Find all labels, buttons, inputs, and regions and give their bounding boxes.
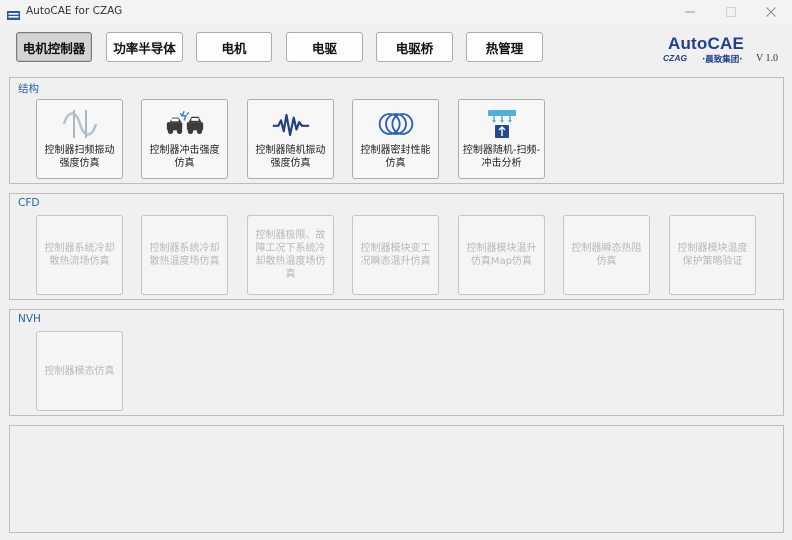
- card-label: 控制器模块温升仿真Map仿真: [466, 243, 537, 267]
- minimize-icon[interactable]: [675, 0, 705, 24]
- card-shock-strength[interactable]: 控制器冲击强度仿真: [141, 99, 228, 179]
- tab-electric-drive[interactable]: 电驱: [286, 32, 363, 62]
- output-panel: [9, 425, 784, 533]
- version-label: V 1.0: [756, 53, 779, 64]
- app-icon: [7, 6, 20, 20]
- tab-drive-axle[interactable]: 电驱桥: [376, 32, 453, 62]
- car-crash-icon: [165, 108, 205, 140]
- group-title: CFD: [18, 197, 40, 209]
- card-label: 控制器随机振动强度仿真: [255, 145, 326, 169]
- group-title: 结构: [18, 83, 39, 95]
- card-label: 控制器瞬态热阻仿真: [571, 243, 642, 267]
- card-cooling-flow-field: 控制器系统冷却散热流场仿真: [36, 215, 123, 295]
- card-extreme-fault-temperature: 控制器极限、故障工况下系统冷却散热温度场仿真: [247, 215, 334, 295]
- card-sweep-vibration[interactable]: 控制器扫频振动强度仿真: [36, 99, 123, 179]
- card-label: 控制器模块变工况瞬态温升仿真: [360, 243, 431, 267]
- card-label: 控制器系统冷却散热温度场仿真: [149, 243, 220, 267]
- card-label: 控制器模态仿真: [44, 365, 115, 377]
- card-seal-performance[interactable]: 控制器密封性能仿真: [352, 99, 439, 179]
- tab-motor-controller[interactable]: 电机控制器: [16, 32, 92, 62]
- brand-logo: AutoCAE CZAG ·晨致集团· V 1.0: [655, 30, 785, 70]
- card-label: 控制器扫频振动强度仿真: [44, 145, 115, 169]
- card-label: 控制器极限、故障工况下系统冷却散热温度场仿真: [255, 230, 326, 280]
- maximize-icon[interactable]: [716, 0, 746, 24]
- card-label: 控制器随机-扫频-冲击分析: [462, 145, 541, 169]
- random-vibration-icon: [271, 108, 311, 140]
- card-transient-temperature-rise: 控制器模块变工况瞬态温升仿真: [352, 215, 439, 295]
- tab-thermal-management[interactable]: 热管理: [466, 32, 543, 62]
- logo-title: AutoCAE: [668, 34, 744, 53]
- window-title: AutoCAE for CZAG: [26, 5, 123, 17]
- card-label: 控制器系统冷却散热流场仿真: [44, 243, 115, 267]
- group-structure: 结构 控制器扫频振动强度仿真 控制器冲击强度仿真 控制器随机振动强度仿真 控制器…: [9, 77, 784, 184]
- title-bar[interactable]: AutoCAE for CZAG: [0, 0, 792, 24]
- logo-company: ·晨致集团·: [702, 55, 743, 65]
- card-temperature-rise-map: 控制器模块温升仿真Map仿真: [458, 215, 545, 295]
- card-transient-thermal-resistance: 控制器瞬态热阻仿真: [563, 215, 650, 295]
- group-cfd: CFD 控制器系统冷却散热流场仿真 控制器系统冷却散热温度场仿真 控制器极限、故…: [9, 193, 784, 300]
- group-title: NVH: [18, 313, 41, 325]
- seal-rings-icon: [376, 108, 416, 140]
- card-modal-simulation: 控制器模态仿真: [36, 331, 123, 411]
- tab-motor[interactable]: 电机: [196, 32, 272, 62]
- card-temperature-protection: 控制器模块温度保护策略验证: [669, 215, 756, 295]
- card-random-vibration[interactable]: 控制器随机振动强度仿真: [247, 99, 334, 179]
- card-label: 控制器模块温度保护策略验证: [677, 243, 748, 267]
- card-label: 控制器冲击强度仿真: [149, 145, 220, 169]
- logo-subtitle: CZAG: [663, 53, 688, 63]
- app-window: AutoCAE for CZAG 电机控制器 功率半导体 电机 电驱 电驱桥 热…: [0, 0, 792, 540]
- sine-wave-icon: [60, 108, 100, 140]
- card-label: 控制器密封性能仿真: [360, 145, 431, 169]
- tab-power-semiconductor[interactable]: 功率半导体: [106, 32, 183, 62]
- combined-analysis-icon: [482, 108, 522, 140]
- close-icon[interactable]: [756, 0, 786, 24]
- card-combined-analysis[interactable]: 控制器随机-扫频-冲击分析: [458, 99, 545, 179]
- group-nvh: NVH 控制器模态仿真: [9, 309, 784, 416]
- card-cooling-temperature-field: 控制器系统冷却散热温度场仿真: [141, 215, 228, 295]
